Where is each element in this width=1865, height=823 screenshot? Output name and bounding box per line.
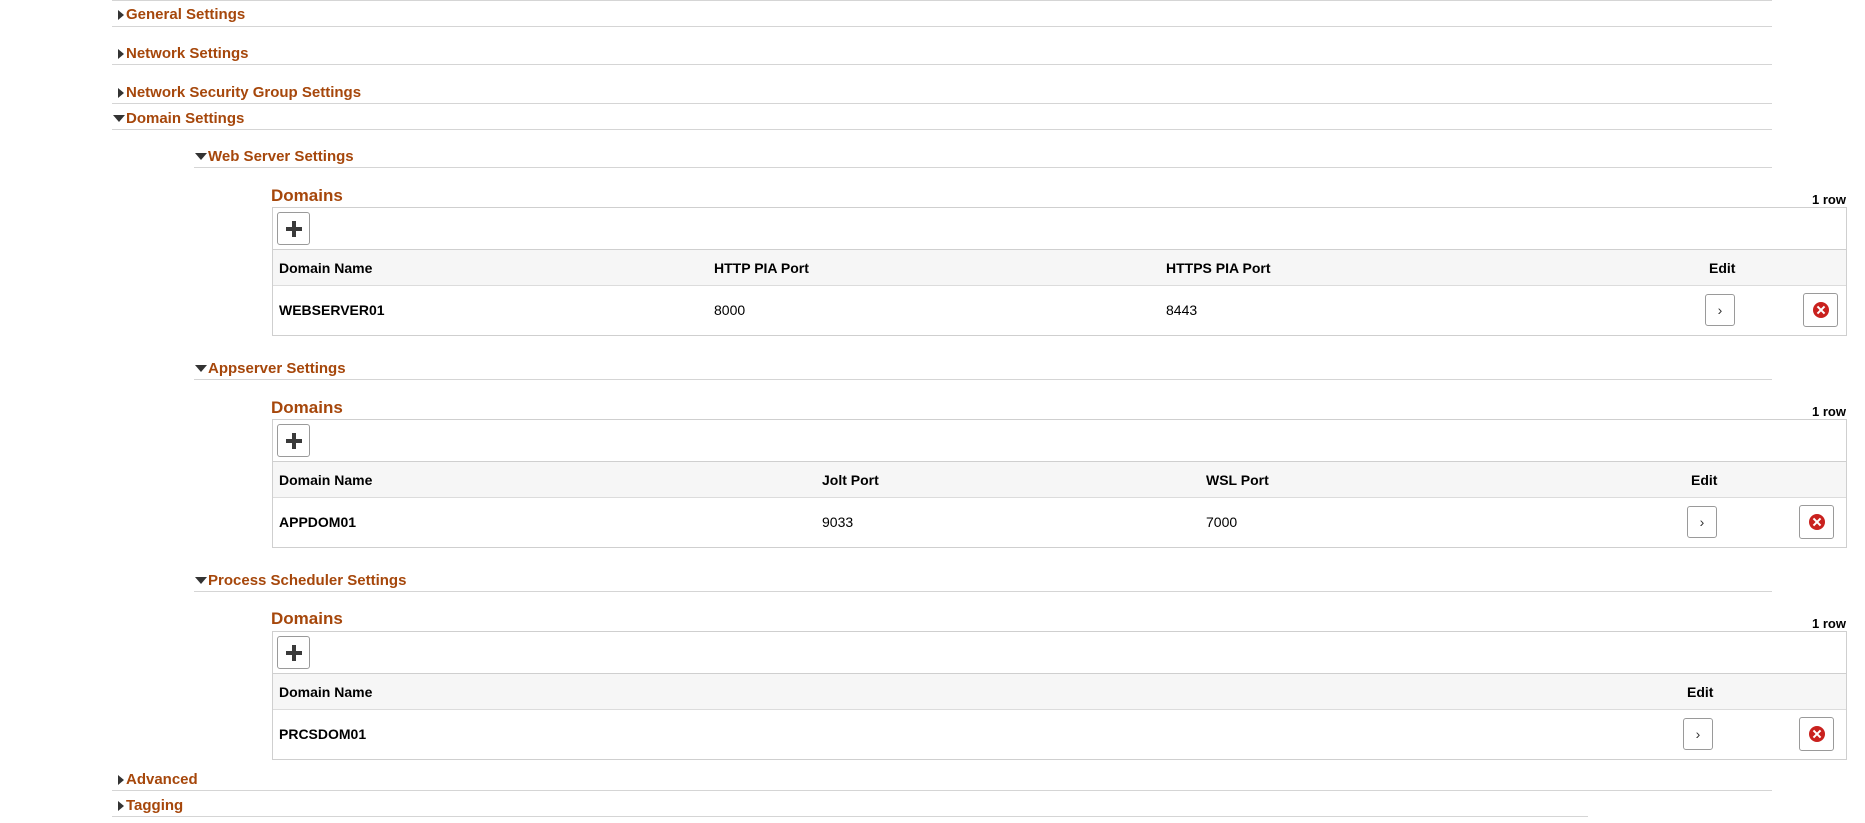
add-row-button[interactable] bbox=[277, 424, 310, 457]
triangle-right-icon bbox=[112, 48, 126, 59]
divider bbox=[112, 0, 1772, 1]
plus-icon bbox=[285, 220, 302, 237]
chevron-right-icon: › bbox=[1695, 726, 1701, 742]
row-count: 1 row bbox=[1812, 616, 1846, 631]
https-port-cell: 8443 bbox=[1166, 302, 1198, 318]
grid-header: Domain Name HTTP PIA Port HTTPS PIA Port… bbox=[273, 250, 1846, 286]
section-label: Appserver Settings bbox=[208, 360, 346, 377]
column-header[interactable]: WSL Port bbox=[1206, 472, 1269, 488]
section-label: Network Security Group Settings bbox=[126, 84, 362, 101]
divider bbox=[112, 26, 1772, 27]
section-domain-settings[interactable]: Domain Settings bbox=[112, 110, 244, 127]
triangle-down-icon bbox=[194, 365, 208, 372]
column-header: Edit bbox=[1687, 684, 1714, 700]
web-domains-grid: Domain Name HTTP PIA Port HTTPS PIA Port… bbox=[272, 207, 1847, 336]
appserver-domains-grid: Domain Name Jolt Port WSL Port Edit APPD… bbox=[272, 419, 1847, 548]
grid-title: Domains bbox=[271, 609, 343, 628]
delete-circle-icon bbox=[1808, 514, 1825, 530]
column-header[interactable]: Domain Name bbox=[279, 684, 372, 700]
column-header: Edit bbox=[1709, 260, 1736, 276]
grid-header: Domain Name Edit bbox=[273, 674, 1846, 710]
table-row: WEBSERVER01 8000 8443 › bbox=[273, 286, 1846, 335]
edit-button[interactable]: › bbox=[1705, 294, 1735, 326]
chevron-right-icon: › bbox=[1717, 302, 1723, 318]
section-general-settings[interactable]: General Settings bbox=[112, 6, 245, 23]
delete-row-button[interactable] bbox=[1799, 717, 1834, 751]
section-network-settings[interactable]: Network Settings bbox=[112, 45, 249, 62]
row-count: 1 row bbox=[1812, 192, 1846, 207]
wsl-port-cell: 7000 bbox=[1206, 514, 1238, 530]
plus-icon bbox=[285, 432, 302, 449]
triangle-down-icon bbox=[112, 115, 126, 122]
chevron-right-icon: › bbox=[1699, 514, 1705, 530]
delete-circle-icon bbox=[1808, 726, 1825, 742]
domain-name-cell: APPDOM01 bbox=[279, 514, 357, 530]
edit-button[interactable]: › bbox=[1683, 718, 1713, 750]
row-count: 1 row bbox=[1812, 404, 1846, 419]
section-label: Tagging bbox=[126, 797, 184, 814]
column-header: Edit bbox=[1691, 472, 1718, 488]
column-header[interactable]: HTTPS PIA Port bbox=[1166, 260, 1271, 276]
section-label: Domain Settings bbox=[126, 110, 245, 127]
triangle-down-icon bbox=[194, 577, 208, 584]
add-row-button[interactable] bbox=[277, 636, 310, 669]
table-row: PRCSDOM01 › bbox=[273, 710, 1846, 759]
process-scheduler-domains-grid: Domain Name Edit PRCSDOM01 › bbox=[272, 631, 1847, 760]
edit-button[interactable]: › bbox=[1687, 506, 1717, 538]
triangle-right-icon bbox=[112, 800, 126, 811]
grid-header: Domain Name Jolt Port WSL Port Edit bbox=[273, 462, 1846, 498]
column-header[interactable]: Domain Name bbox=[279, 472, 372, 488]
divider bbox=[112, 816, 1588, 817]
section-network-security-group-settings[interactable]: Network Security Group Settings bbox=[112, 84, 361, 101]
table-row: APPDOM01 9033 7000 › bbox=[273, 498, 1846, 547]
add-row-button[interactable] bbox=[277, 212, 310, 245]
domain-name-cell: PRCSDOM01 bbox=[279, 726, 367, 742]
http-port-cell: 8000 bbox=[714, 302, 746, 318]
plus-icon bbox=[285, 644, 302, 661]
section-label: Advanced bbox=[126, 771, 198, 788]
section-advanced[interactable]: Advanced bbox=[112, 771, 198, 788]
section-process-scheduler-settings[interactable]: Process Scheduler Settings bbox=[194, 572, 406, 589]
delete-row-button[interactable] bbox=[1799, 505, 1834, 539]
triangle-right-icon bbox=[112, 87, 126, 98]
column-header[interactable]: Domain Name bbox=[279, 260, 372, 276]
section-label: General Settings bbox=[126, 6, 246, 23]
divider bbox=[194, 379, 1772, 380]
delete-circle-icon bbox=[1812, 302, 1829, 318]
section-label: Web Server Settings bbox=[208, 148, 354, 165]
divider bbox=[112, 790, 1772, 791]
section-label: Network Settings bbox=[126, 45, 249, 62]
divider bbox=[194, 167, 1772, 168]
domain-name-cell: WEBSERVER01 bbox=[279, 302, 385, 318]
divider bbox=[112, 129, 1772, 130]
grid-title: Domains bbox=[271, 186, 343, 205]
column-header[interactable]: Jolt Port bbox=[822, 472, 879, 488]
column-header[interactable]: HTTP PIA Port bbox=[714, 260, 809, 276]
divider bbox=[194, 591, 1772, 592]
section-web-server-settings[interactable]: Web Server Settings bbox=[194, 148, 354, 165]
divider bbox=[112, 64, 1772, 65]
triangle-right-icon bbox=[112, 774, 126, 785]
triangle-right-icon bbox=[112, 9, 126, 20]
grid-title: Domains bbox=[271, 398, 343, 417]
section-tagging[interactable]: Tagging bbox=[112, 797, 183, 814]
jolt-port-cell: 9033 bbox=[822, 514, 854, 530]
section-appserver-settings[interactable]: Appserver Settings bbox=[194, 360, 346, 377]
section-label: Process Scheduler Settings bbox=[208, 572, 407, 589]
delete-row-button[interactable] bbox=[1803, 293, 1838, 327]
divider bbox=[112, 103, 1772, 104]
triangle-down-icon bbox=[194, 153, 208, 160]
